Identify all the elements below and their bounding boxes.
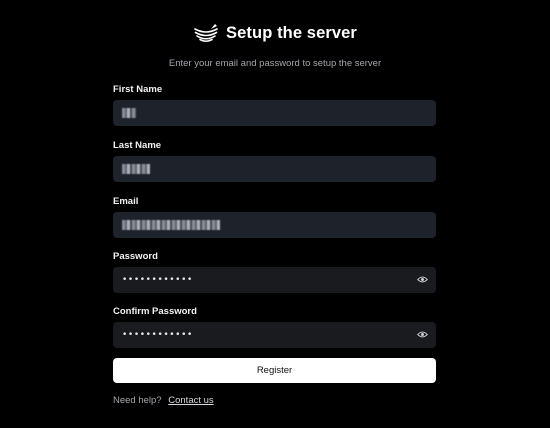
last-name-field[interactable] (113, 156, 436, 182)
page-title: Setup the server (226, 23, 357, 42)
obscured-value (122, 108, 136, 118)
email-field[interactable] (113, 212, 436, 238)
obscured-value (122, 164, 150, 174)
eye-icon[interactable] (417, 275, 428, 284)
page-subtitle: Enter your email and password to setup t… (168, 58, 382, 69)
obscured-value (122, 220, 220, 230)
first-name-label: First Name (113, 84, 163, 95)
setup-server-page: Setup the server Enter your email and pa… (0, 0, 550, 428)
layered-bowl-logo-icon (194, 24, 218, 43)
register-button[interactable]: Register (113, 358, 436, 383)
email-label: Email (113, 196, 139, 207)
first-name-field[interactable] (113, 100, 436, 126)
confirm-password-field[interactable]: •••••••••••• (113, 322, 436, 348)
confirm-password-value: •••••••••••• (122, 330, 193, 340)
confirm-password-label: Confirm Password (113, 306, 197, 317)
eye-icon[interactable] (417, 330, 428, 339)
help-text: Need help? Contact us (113, 395, 214, 406)
password-field[interactable]: •••••••••••• (113, 267, 436, 293)
password-label: Password (113, 251, 158, 262)
header: Setup the server (0, 19, 550, 47)
password-value: •••••••••••• (122, 275, 193, 285)
last-name-label: Last Name (113, 140, 162, 151)
help-prefix: Need help? (113, 395, 162, 406)
contact-us-link[interactable]: Contact us (168, 395, 213, 406)
